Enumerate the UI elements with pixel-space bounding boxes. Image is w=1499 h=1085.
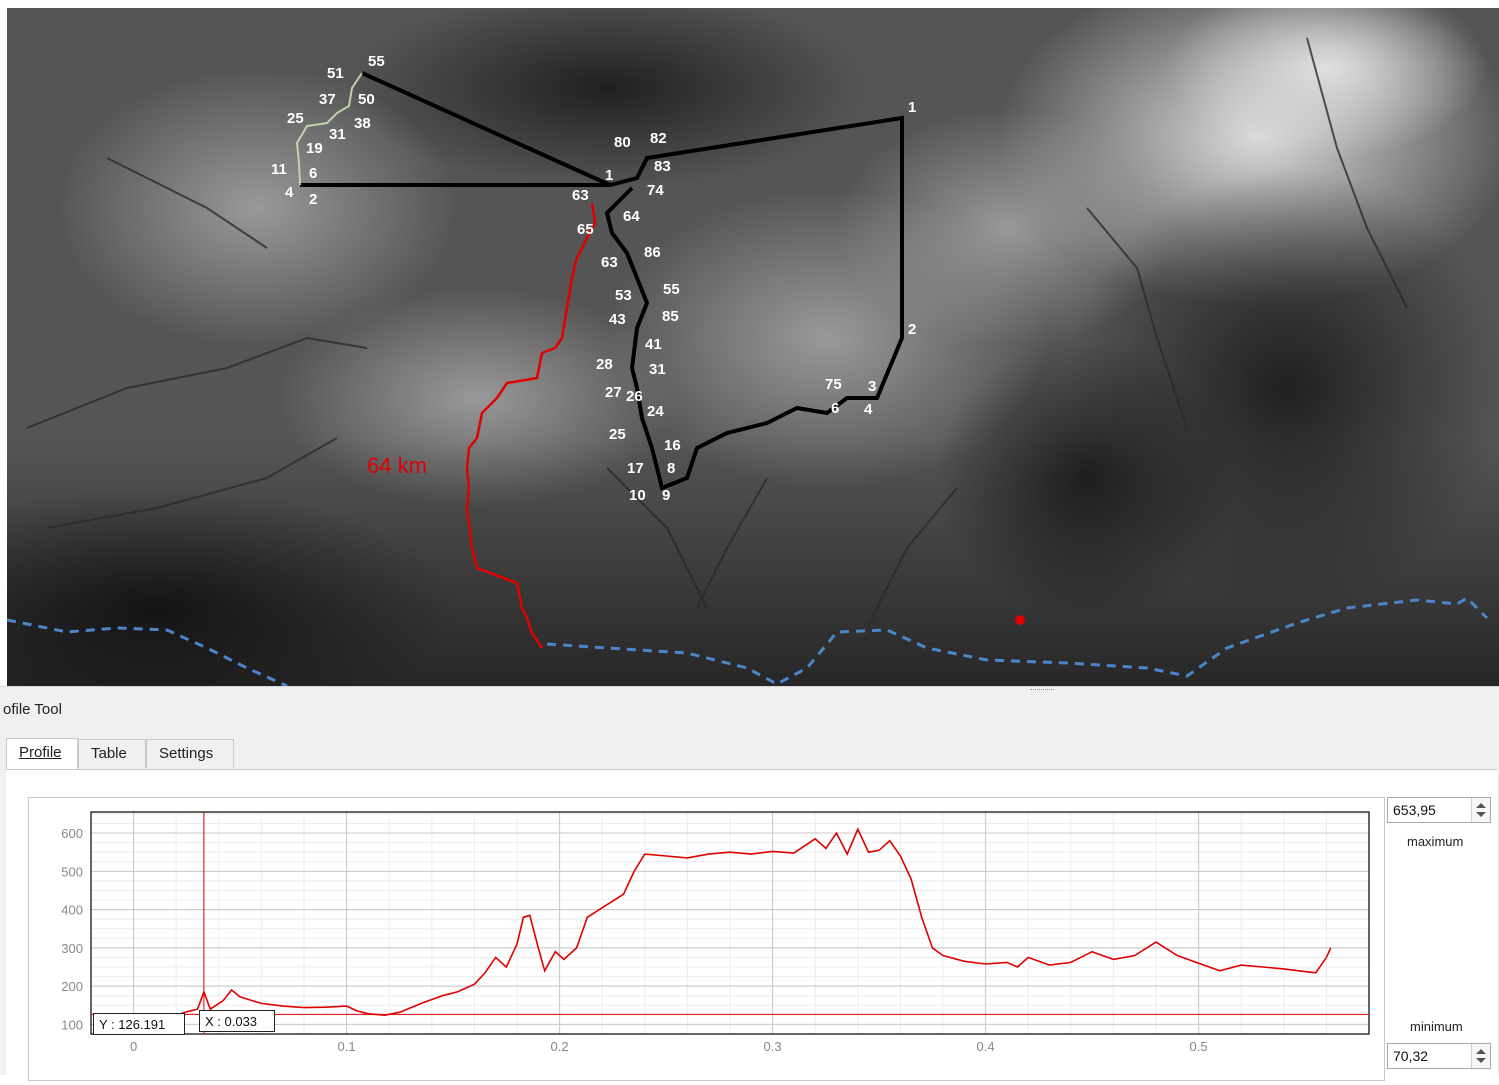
- elevation-profile-line: [133, 827, 1332, 1018]
- svg-text:10: 10: [629, 487, 646, 504]
- svg-text:75: 75: [825, 376, 842, 393]
- profile-tab-body: 0 0.1 0.2 0.3 0.4 0.5 100 200 300 400 500 600 Y : 1…: [6, 769, 1497, 1081]
- svg-text:38: 38: [354, 115, 371, 132]
- x-tick-label: 0.5: [1190, 1039, 1208, 1054]
- svg-text:64: 64: [623, 208, 640, 225]
- readout-x: X : 0.033: [199, 1010, 275, 1032]
- maximum-value: 653,95: [1393, 802, 1436, 818]
- svg-text:82: 82: [650, 130, 667, 147]
- svg-text:1: 1: [605, 167, 613, 184]
- map-canvas[interactable]: 55 51 50 37 38 25 31 19 11 6 4 2 1 80 82…: [7, 8, 1499, 686]
- minimum-stepper[interactable]: [1471, 1044, 1490, 1068]
- y-tick-label: 500: [61, 864, 83, 879]
- svg-text:24: 24: [647, 403, 664, 420]
- chevron-down-icon[interactable]: [1476, 1058, 1486, 1063]
- svg-text:85: 85: [662, 308, 679, 325]
- svg-text:6: 6: [831, 400, 839, 417]
- tab-table[interactable]: Table: [78, 739, 146, 768]
- dem-map[interactable]: 55 51 50 37 38 25 31 19 11 6 4 2 1 80 82…: [7, 8, 1499, 686]
- minimum-value: 70,32: [1393, 1048, 1429, 1064]
- location-marker[interactable]: [1015, 615, 1025, 625]
- chevron-up-icon[interactable]: [1476, 1049, 1486, 1054]
- x-tick-label: 0.2: [551, 1039, 569, 1054]
- svg-text:11: 11: [271, 161, 287, 178]
- tab-settings-label: Settings: [159, 745, 214, 762]
- panel-title: ofile Tool: [3, 701, 62, 718]
- svg-text:4: 4: [285, 184, 294, 201]
- tab-profile-label: Profile: [19, 744, 62, 761]
- profile-chart[interactable]: 0 0.1 0.2 0.3 0.4 0.5 100 200 300 400 500 600: [29, 798, 1384, 1080]
- svg-text:4: 4: [864, 401, 873, 418]
- svg-text:2: 2: [309, 191, 317, 208]
- svg-text:83: 83: [654, 158, 671, 175]
- y-tick-label: 200: [61, 979, 83, 994]
- svg-text:43: 43: [609, 311, 626, 328]
- svg-text:86: 86: [644, 244, 661, 261]
- svg-text:17: 17: [627, 460, 644, 477]
- svg-text:53: 53: [615, 287, 632, 304]
- tab-table-label: Table: [91, 745, 127, 762]
- maximum-spinbox[interactable]: 653,95: [1387, 797, 1491, 823]
- distance-label: 64 km: [367, 453, 427, 478]
- minimum-spinbox[interactable]: 70,32: [1387, 1043, 1491, 1069]
- svg-text:65: 65: [577, 221, 594, 238]
- maximum-label: maximum: [1407, 834, 1464, 849]
- svg-text:28: 28: [596, 356, 613, 373]
- svg-text:55: 55: [368, 53, 385, 70]
- svg-text:80: 80: [614, 134, 631, 151]
- x-tick-label: 0: [130, 1039, 137, 1054]
- svg-text:8: 8: [667, 460, 675, 477]
- readout-y: Y : 126.191: [93, 1013, 185, 1035]
- svg-text:6: 6: [309, 165, 317, 182]
- svg-text:19: 19: [306, 140, 323, 157]
- svg-text:50: 50: [358, 91, 375, 108]
- y-tick-label: 100: [61, 1017, 83, 1032]
- svg-text:25: 25: [609, 426, 626, 443]
- y-tick-label: 300: [61, 941, 83, 956]
- svg-text:3: 3: [868, 378, 876, 395]
- svg-text:55: 55: [663, 281, 680, 298]
- x-tick-label: 0.1: [338, 1039, 356, 1054]
- tab-settings[interactable]: Settings: [146, 739, 234, 768]
- svg-text:41: 41: [645, 336, 662, 353]
- y-tick-label: 600: [61, 826, 83, 841]
- splitter-grip[interactable]: [1030, 689, 1054, 693]
- svg-text:63: 63: [601, 254, 618, 271]
- tab-profile[interactable]: Profile: [6, 738, 78, 769]
- svg-text:37: 37: [319, 91, 336, 108]
- maximum-stepper[interactable]: [1471, 798, 1490, 822]
- svg-text:1: 1: [908, 99, 916, 116]
- plot-frame: 0 0.1 0.2 0.3 0.4 0.5 100 200 300 400 500 600 Y : 1…: [28, 797, 1385, 1081]
- svg-text:16: 16: [664, 437, 681, 454]
- svg-text:26: 26: [626, 388, 643, 405]
- y-tick-label: 400: [61, 903, 83, 918]
- svg-text:51: 51: [327, 65, 344, 82]
- minimum-label: minimum: [1410, 1019, 1463, 1034]
- x-tick-label: 0.3: [764, 1039, 782, 1054]
- svg-text:31: 31: [649, 361, 666, 378]
- svg-text:9: 9: [662, 487, 670, 504]
- chevron-down-icon[interactable]: [1476, 812, 1486, 817]
- svg-text:63: 63: [572, 187, 589, 204]
- svg-text:2: 2: [908, 321, 916, 338]
- chevron-up-icon[interactable]: [1476, 803, 1486, 808]
- svg-text:25: 25: [287, 110, 304, 127]
- x-tick-label: 0.4: [977, 1039, 995, 1054]
- profile-tool-panel: ofile Tool Profile Table Settings 0 0.1 0.…: [0, 694, 1499, 1081]
- svg-text:31: 31: [329, 126, 346, 143]
- svg-text:74: 74: [647, 182, 664, 199]
- svg-text:27: 27: [605, 384, 622, 401]
